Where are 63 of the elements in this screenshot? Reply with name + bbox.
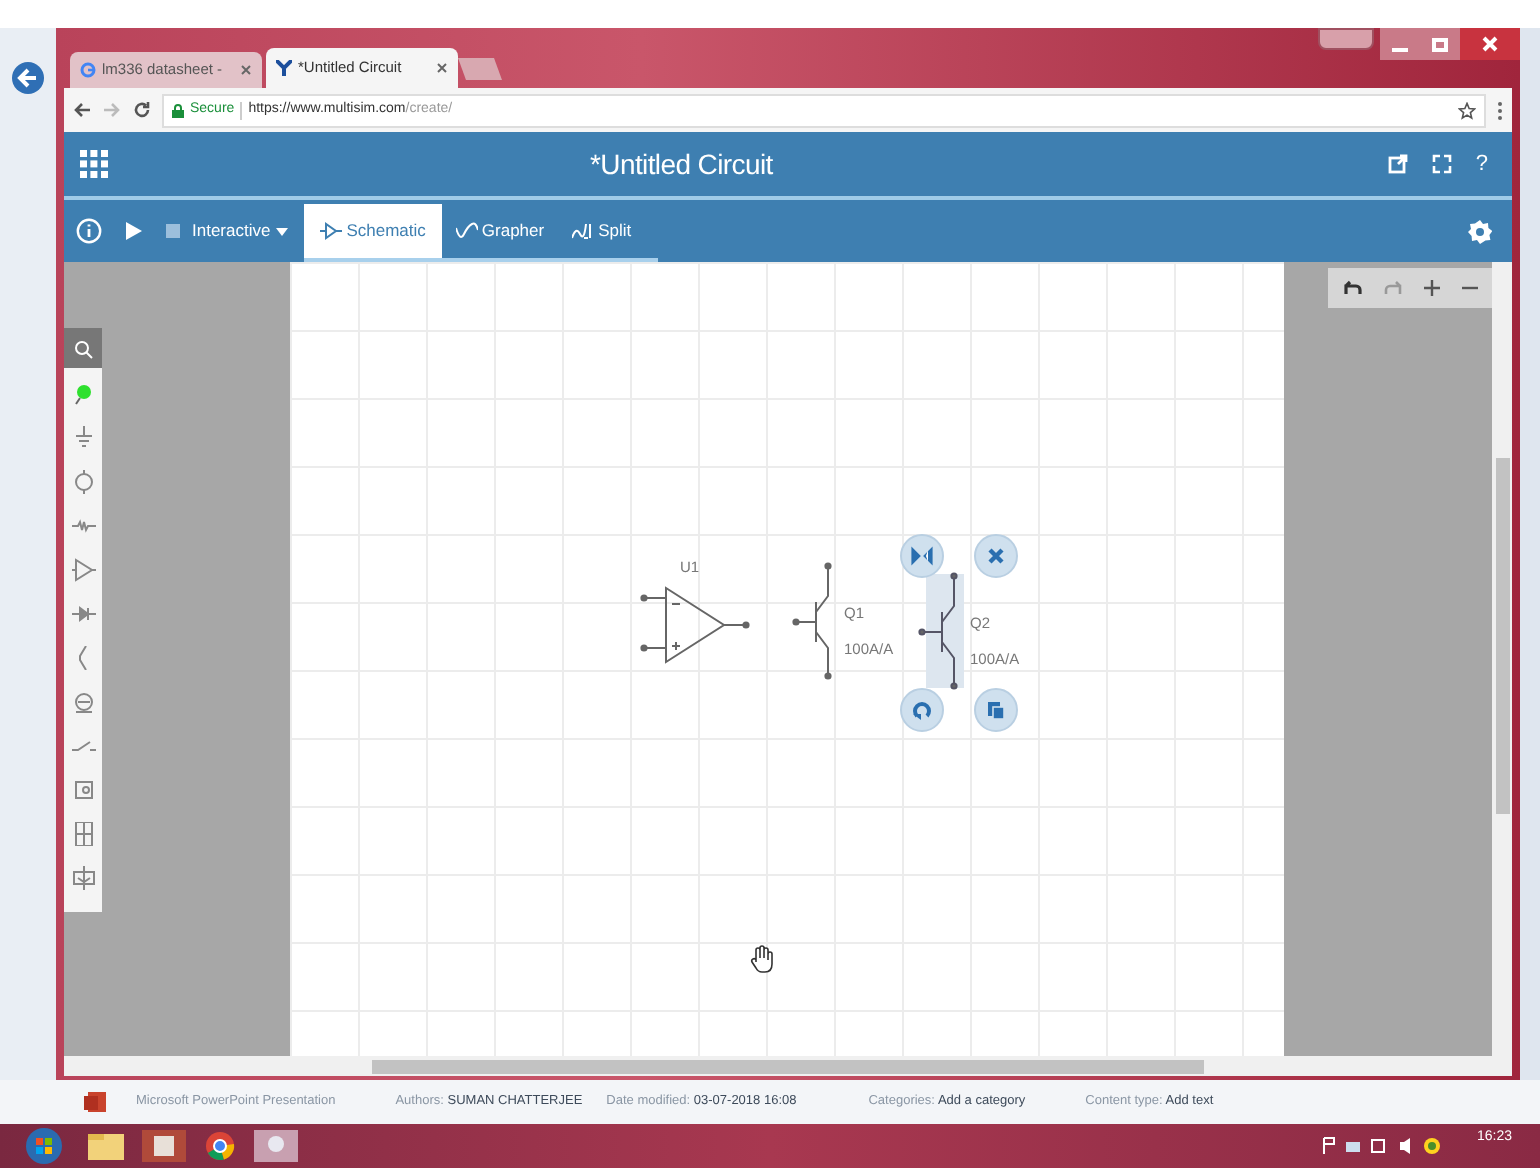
fullscreen-icon[interactable] (1431, 154, 1452, 174)
menu-icon[interactable] (1496, 99, 1504, 121)
share-icon[interactable] (1387, 154, 1408, 174)
circuit-app-icon[interactable] (252, 1128, 300, 1164)
ground-icon[interactable] (71, 426, 95, 450)
back-icon[interactable] (72, 100, 92, 120)
close-icon (1482, 36, 1498, 52)
delete-button[interactable] (974, 534, 1018, 578)
relay-icon[interactable] (71, 778, 95, 802)
reload-icon[interactable] (132, 100, 152, 120)
horizontal-scrollbar[interactable] (64, 1056, 1512, 1076)
user-badge[interactable] (1318, 28, 1374, 50)
star-icon[interactable] (1458, 101, 1476, 119)
duplicate-button[interactable] (974, 688, 1018, 732)
rotate-button[interactable] (900, 688, 944, 732)
folder-icon[interactable] (84, 1128, 128, 1164)
opamp-icon[interactable] (71, 558, 95, 582)
help-icon[interactable]: ? (1475, 147, 1488, 181)
close-icon (984, 544, 1008, 568)
play-icon[interactable] (126, 222, 142, 240)
rotate-icon (910, 698, 934, 722)
start-orb-icon[interactable] (24, 1126, 64, 1166)
close-tab-icon[interactable] (240, 64, 252, 76)
minimize-button[interactable] (1380, 28, 1420, 60)
close-button[interactable] (1460, 28, 1520, 60)
circuit-title: *Untitled Circuit (590, 145, 773, 183)
file-icon (84, 1090, 108, 1114)
split-icon (572, 222, 595, 240)
transistor-symbol[interactable] (918, 572, 958, 690)
new-tab-button[interactable] (458, 58, 502, 80)
selection-highlight (926, 574, 964, 688)
connector-icon[interactable] (71, 866, 95, 890)
source-icon[interactable] (71, 470, 95, 494)
chip-icon[interactable] (71, 822, 95, 846)
view-tab[interactable]: Schematic (304, 204, 442, 258)
settings-icon[interactable] (1468, 219, 1492, 243)
mode-dropdown[interactable]: Interactive (192, 218, 289, 244)
resistor-icon[interactable] (71, 514, 95, 538)
diode-icon[interactable] (71, 602, 95, 626)
wave-icon (455, 222, 478, 240)
view-tab[interactable]: Split (558, 204, 646, 258)
y-logo-icon (276, 60, 292, 76)
search-icon[interactable] (72, 337, 94, 359)
hand-cursor-icon (750, 945, 773, 973)
maximize-button[interactable] (1420, 28, 1460, 60)
schematic-icon (320, 222, 343, 240)
copy-icon (984, 698, 1008, 722)
undo-icon[interactable] (1342, 280, 1363, 296)
close-tab-icon[interactable] (436, 62, 448, 74)
slides-app-icon[interactable] (140, 1128, 188, 1164)
zoom-in-icon[interactable] (1424, 280, 1441, 296)
g-logo-icon (80, 62, 96, 78)
caret-icon (276, 227, 289, 235)
vertical-scrollbar[interactable] (1492, 262, 1512, 1056)
flip-icon (910, 544, 934, 568)
view-tab[interactable]: Grapher (441, 204, 559, 258)
info-icon[interactable] (76, 218, 102, 244)
apps-grid-icon[interactable] (80, 150, 108, 178)
transistor-symbol[interactable] (792, 562, 832, 680)
lock-icon (172, 103, 184, 117)
lamp-icon[interactable] (71, 690, 95, 714)
opamp-symbol[interactable] (640, 586, 750, 664)
flip-button[interactable] (900, 534, 944, 578)
